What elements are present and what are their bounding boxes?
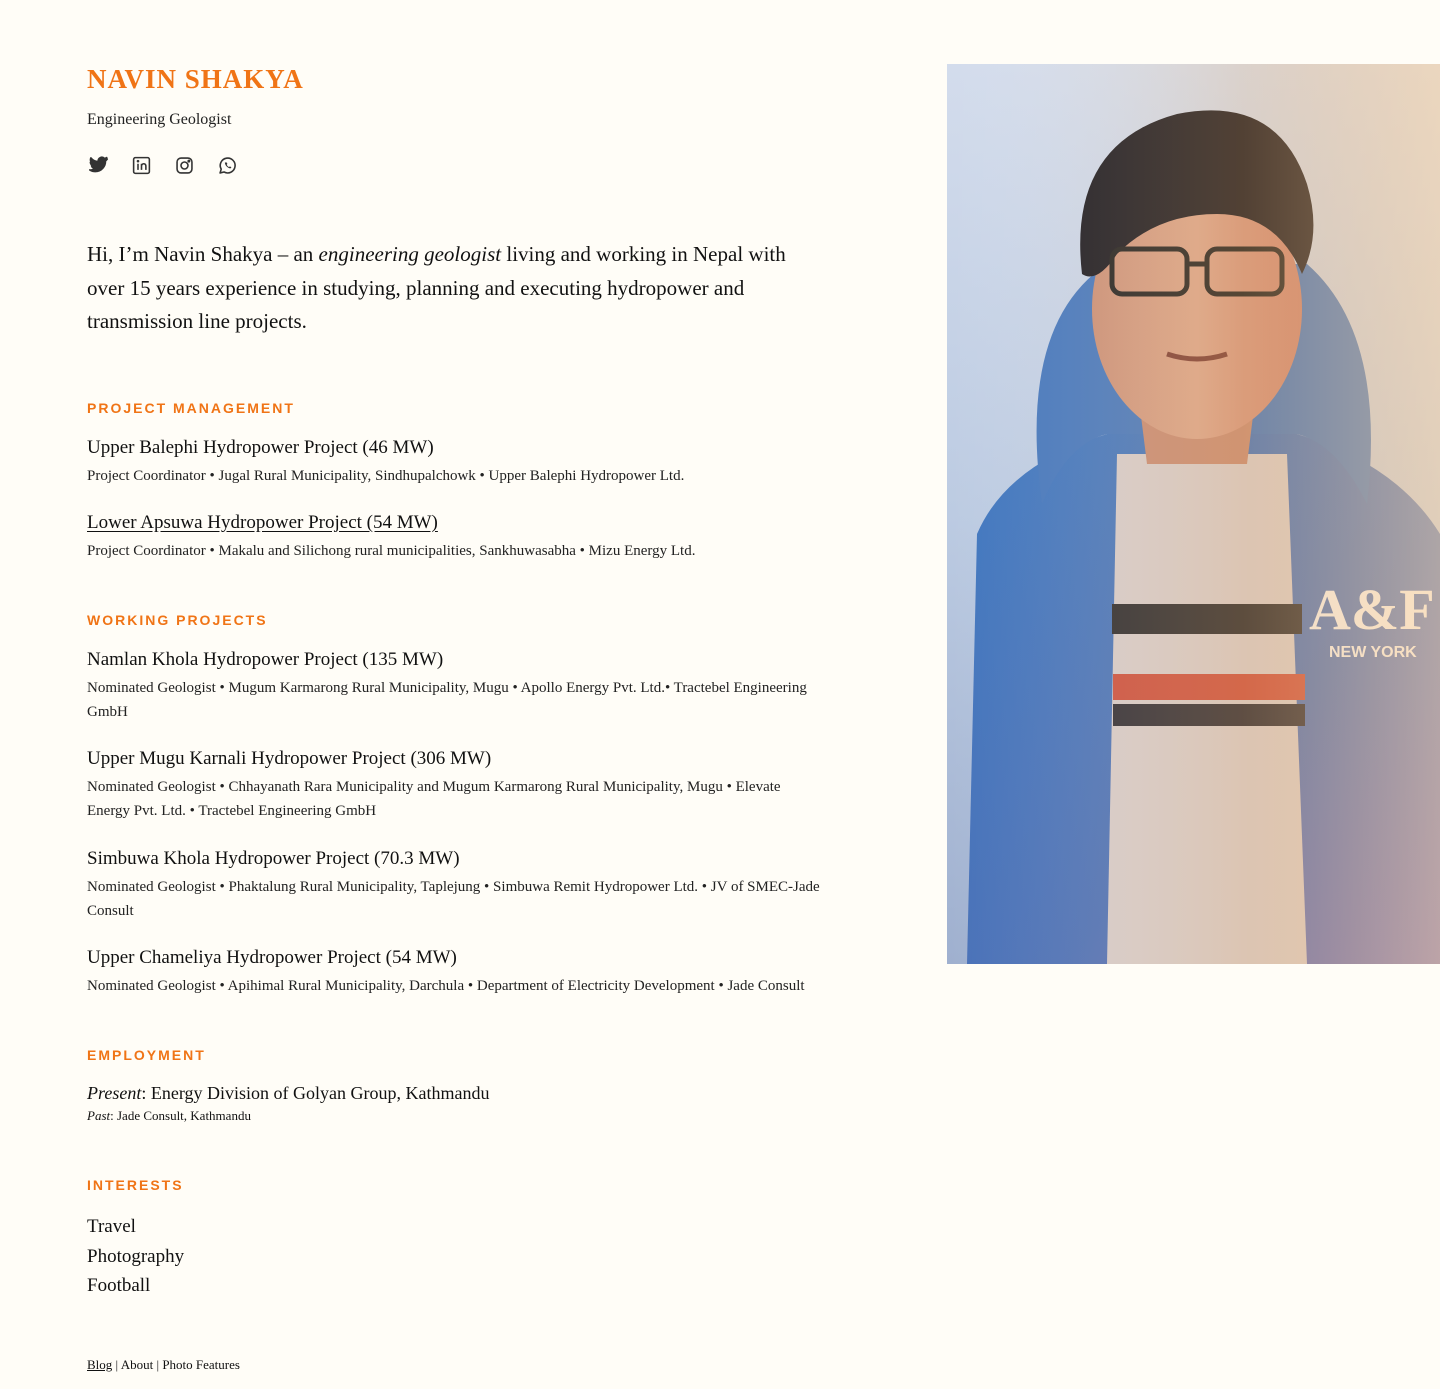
instagram-icon[interactable]: [173, 154, 196, 177]
project-item: Upper Chameliya Hydropower Project (54 M…: [87, 946, 827, 998]
whatsapp-icon[interactable]: [216, 154, 239, 177]
project-item: Namlan Khola Hydropower Project (135 MW)…: [87, 648, 827, 724]
employment-past-label: Past: [87, 1108, 111, 1123]
employment-present-label: Present: [87, 1083, 142, 1103]
project-description: Project Coordinator • Jugal Rural Munici…: [87, 468, 685, 484]
site-title[interactable]: NAVIN SHAKYA: [87, 64, 304, 95]
employment-present: Present: Energy Division of Golyan Group…: [87, 1083, 489, 1104]
footer-link-blog[interactable]: Blog: [87, 1357, 112, 1372]
project-item: Upper Mugu Karnali Hydropower Project (3…: [87, 747, 827, 823]
project-item: Upper Balephi Hydropower Project (46 MW)…: [87, 436, 827, 488]
list-item: Photography: [87, 1245, 185, 1267]
footer-separator: |: [156, 1357, 160, 1372]
project-title: Upper Mugu Karnali Hydropower Project (3…: [87, 748, 492, 769]
section-title-working-projects: WORKING PROJECTS: [87, 612, 268, 628]
project-description: Nominated Geologist • Phaktalung Rural M…: [87, 879, 820, 919]
project-description: Project Coordinator • Makalu and Silicho…: [87, 543, 696, 559]
linkedin-icon[interactable]: [130, 154, 153, 177]
project-item: Simbuwa Khola Hydropower Project (70.3 M…: [87, 847, 827, 923]
twitter-icon[interactable]: [87, 154, 110, 177]
intro-emphasis: engineering geologist: [318, 242, 502, 266]
interests-list: Travel Photography Football: [87, 1212, 184, 1301]
project-description: Nominated Geologist • Mugum Karmarong Ru…: [87, 680, 807, 720]
project-title: Upper Balephi Hydropower Project (46 MW): [87, 437, 434, 458]
project-title: Namlan Khola Hydropower Project (135 MW): [87, 649, 444, 670]
project-title-link[interactable]: Lower Apsuwa Hydropower Project (54 MW): [87, 511, 438, 535]
employment-present-value: : Energy Division of Golyan Group, Kathm…: [141, 1083, 490, 1103]
section-title-employment: EMPLOYMENT: [87, 1047, 206, 1063]
intro-text-before: Hi, I’m Navin Shakya – an: [87, 242, 319, 266]
social-links: [87, 154, 239, 177]
project-description: Nominated Geologist • Apihimal Rural Mun…: [87, 978, 805, 994]
employment-past-value: : Jade Consult, Kathmandu: [110, 1108, 251, 1123]
list-item: Football: [87, 1275, 151, 1296]
profile-photo: A&F NEW YORK: [947, 64, 1440, 964]
section-title-interests: INTERESTS: [87, 1177, 184, 1193]
project-item: Lower Apsuwa Hydropower Project (54 MW) …: [87, 511, 827, 563]
footer-link-photo-features[interactable]: Photo Features: [162, 1357, 240, 1372]
footer-link-about[interactable]: About: [121, 1357, 154, 1372]
list-item: Travel: [87, 1216, 136, 1237]
project-description: Nominated Geologist • Chhayanath Rara Mu…: [87, 779, 781, 819]
site-subtitle: Engineering Geologist: [87, 111, 232, 128]
footer-separator: |: [115, 1357, 119, 1372]
project-title: Upper Chameliya Hydropower Project (54 M…: [87, 947, 457, 968]
intro-paragraph: Hi, I’m Navin Shakya – an engineering ge…: [87, 238, 827, 339]
footer-nav: Blog | About | Photo Features: [87, 1357, 240, 1373]
project-title: Simbuwa Khola Hydropower Project (70.3 M…: [87, 848, 460, 869]
section-title-project-management: PROJECT MANAGEMENT: [87, 400, 295, 416]
employment-past: Past: Jade Consult, Kathmandu: [87, 1108, 251, 1124]
